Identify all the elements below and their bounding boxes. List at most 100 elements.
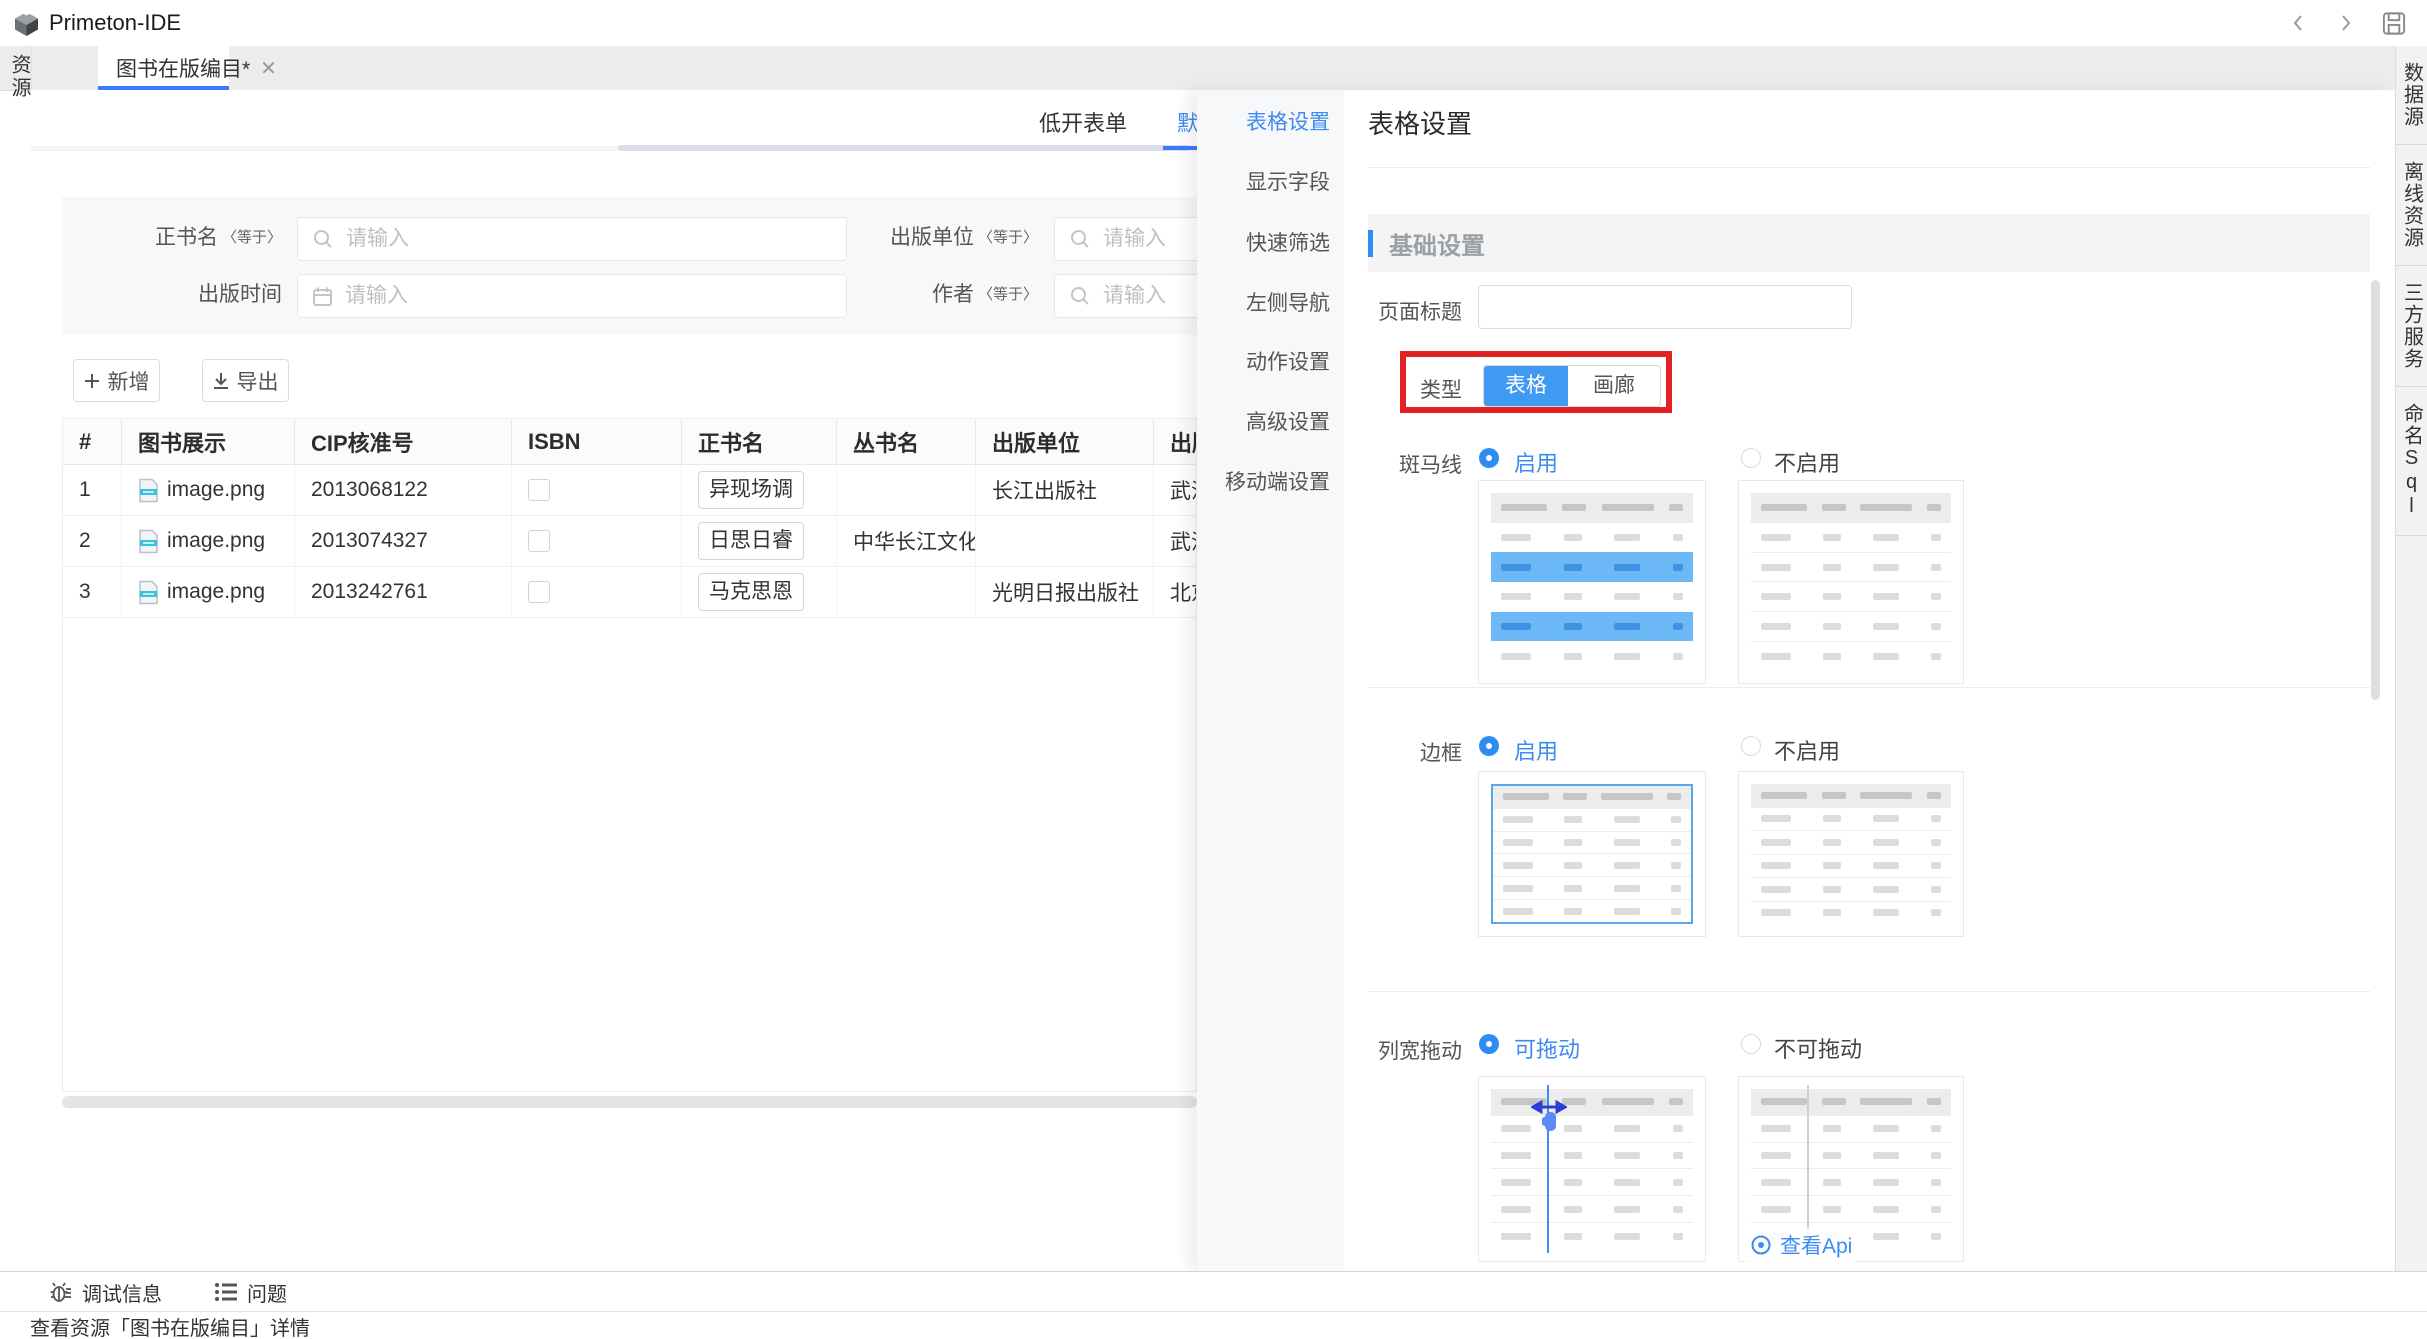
debug-bug-icon bbox=[49, 1280, 73, 1304]
zebra-on-preview bbox=[1478, 480, 1706, 684]
type-option-table[interactable]: 表格 bbox=[1484, 366, 1568, 406]
panel-scrollbar-thumb[interactable] bbox=[2371, 280, 2380, 700]
rail-item-third-party-services[interactable]: 三方服务 bbox=[2396, 266, 2427, 387]
col-isbn[interactable]: ISBN bbox=[512, 419, 682, 465]
isbn-checkbox[interactable] bbox=[528, 530, 550, 552]
zebra-off-preview bbox=[1738, 480, 1964, 684]
drag-enable-radio[interactable] bbox=[1479, 1034, 1499, 1054]
border-on-preview bbox=[1478, 771, 1706, 937]
problems-list-icon bbox=[214, 1281, 238, 1303]
rail-item-datasource[interactable]: 数据源 bbox=[2396, 46, 2427, 145]
type-toggle: 表格 画廊 bbox=[1483, 365, 1661, 407]
search-icon bbox=[1069, 285, 1091, 307]
border-enable-radio[interactable] bbox=[1479, 736, 1499, 756]
drag-enable-label[interactable]: 可拖动 bbox=[1514, 1032, 1580, 1064]
image-filename[interactable]: image.png bbox=[167, 580, 265, 604]
zebra-disable-label[interactable]: 不启用 bbox=[1774, 446, 1840, 478]
border-disable-radio[interactable] bbox=[1741, 736, 1761, 756]
zebra-label: 斑马线 bbox=[1352, 449, 1462, 479]
editor-tab-label: 图书在版编目* bbox=[116, 53, 250, 83]
data-table: # 图书展示 CIP核准号 ISBN 正书名 丛书名 出版单位 出版 1 ima… bbox=[62, 418, 1197, 1092]
search-panel: 正书名 〈等于〉 出版单位 〈等于〉 出版时间 bbox=[62, 197, 1197, 335]
nav-mobile-settings[interactable]: 移动端设置 bbox=[1197, 466, 1330, 496]
form-designer: 低开表单 默 正书名 〈等于〉 出版单位 〈等于〉 bbox=[31, 90, 1197, 1271]
table-row[interactable]: 1 image.png 2013068122 异现场调 长江出版社 武汉 bbox=[63, 465, 1197, 516]
nav-advanced-settings[interactable]: 高级设置 bbox=[1197, 406, 1330, 436]
app-window: Primeton-IDE bbox=[0, 0, 2427, 1339]
publish-date-input[interactable] bbox=[297, 274, 847, 318]
drag-disable-radio[interactable] bbox=[1741, 1034, 1761, 1054]
image-filename[interactable]: image.png bbox=[167, 529, 265, 553]
type-option-gallery[interactable]: 画廊 bbox=[1568, 366, 1660, 406]
view-tab-lowcode-form[interactable]: 低开表单 bbox=[1039, 106, 1127, 138]
col-book-image[interactable]: 图书展示 bbox=[122, 419, 295, 465]
save-icon[interactable] bbox=[2381, 10, 2407, 36]
divider bbox=[1368, 167, 2370, 168]
editor-tab-active[interactable]: 图书在版编目* ✕ bbox=[98, 46, 229, 90]
right-rail: 数据源 离线资源 三方服务 命名Sql bbox=[2395, 46, 2427, 1311]
book-title-input[interactable] bbox=[297, 217, 847, 261]
image-file-icon bbox=[138, 529, 159, 554]
table-row[interactable]: 2 image.png 2013074327 日思日睿 中华长江文化 武汉 bbox=[63, 516, 1197, 567]
border-off-preview bbox=[1738, 771, 1964, 937]
zebra-enable-label[interactable]: 启用 bbox=[1514, 446, 1558, 478]
page-title-input[interactable] bbox=[1478, 285, 1852, 329]
col-cip[interactable]: CIP核准号 bbox=[295, 419, 512, 465]
col-place[interactable]: 出版 bbox=[1154, 419, 1197, 465]
col-title[interactable]: 正书名 bbox=[682, 419, 837, 465]
col-series[interactable]: 丛书名 bbox=[837, 419, 976, 465]
view-tab-default-view[interactable]: 默 bbox=[1177, 106, 1197, 138]
author-input[interactable] bbox=[1054, 274, 1197, 318]
image-file-icon bbox=[138, 580, 159, 605]
col-publisher[interactable]: 出版单位 bbox=[976, 419, 1154, 465]
title-cell-box[interactable]: 日思日睿 bbox=[698, 522, 804, 560]
table-horizontal-scrollbar[interactable] bbox=[62, 1096, 1197, 1108]
search-icon bbox=[1069, 228, 1091, 250]
table-row[interactable]: 3 image.png 2013242761 马克思恩 光明日报出版社 北京 bbox=[63, 567, 1197, 618]
problems-button[interactable]: 问题 bbox=[214, 1278, 287, 1307]
nav-table-settings[interactable]: 表格设置 bbox=[1197, 106, 1330, 136]
rail-item-named-sql[interactable]: 命名Sql bbox=[2396, 387, 2427, 536]
status-text: 查看资源「图书在版编目」详情 bbox=[30, 1312, 310, 1339]
isbn-checkbox[interactable] bbox=[528, 479, 550, 501]
image-filename[interactable]: image.png bbox=[167, 478, 265, 502]
drag-disable-label[interactable]: 不可拖动 bbox=[1774, 1032, 1862, 1064]
add-button[interactable]: 新增 bbox=[73, 359, 160, 402]
left-rail-resources[interactable]: 资源 bbox=[5, 54, 34, 100]
border-disable-label[interactable]: 不启用 bbox=[1774, 734, 1840, 766]
nav-display-fields[interactable]: 显示字段 bbox=[1197, 166, 1330, 196]
title-cell-box[interactable]: 马克思恩 bbox=[698, 573, 804, 611]
border-enable-label[interactable]: 启用 bbox=[1514, 734, 1558, 766]
nav-forward-icon[interactable] bbox=[2333, 10, 2359, 36]
page-title-label: 页面标题 bbox=[1352, 296, 1462, 326]
nav-action-settings[interactable]: 动作设置 bbox=[1197, 346, 1330, 376]
debug-info-button[interactable]: 调试信息 bbox=[49, 1278, 162, 1307]
horizontal-scrollbar-thumb[interactable] bbox=[618, 145, 1190, 151]
view-tab-underline bbox=[1163, 146, 1197, 150]
rail-item-offline-resources[interactable]: 离线资源 bbox=[2396, 145, 2427, 266]
field-label-author: 作者 〈等于〉 bbox=[932, 278, 1038, 308]
zebra-enable-radio[interactable] bbox=[1479, 448, 1499, 468]
publisher-input[interactable] bbox=[1054, 217, 1197, 261]
isbn-checkbox[interactable] bbox=[528, 581, 550, 603]
zebra-disable-radio[interactable] bbox=[1741, 448, 1761, 468]
left-rail: 资源 bbox=[0, 46, 32, 1311]
col-index[interactable]: # bbox=[63, 419, 122, 465]
title-cell-box[interactable]: 异现场调 bbox=[698, 471, 804, 509]
app-logo-icon bbox=[13, 10, 40, 37]
tab-close-icon[interactable]: ✕ bbox=[260, 56, 277, 81]
type-label: 类型 bbox=[1352, 374, 1462, 404]
nav-back-icon[interactable] bbox=[2285, 10, 2311, 36]
settings-nav: 表格设置 显示字段 快速筛选 左侧导航 动作设置 高级设置 移动端设置 bbox=[1197, 90, 1344, 1271]
view-api-link[interactable]: 查看Api bbox=[1744, 1228, 1858, 1262]
table-header-row: # 图书展示 CIP核准号 ISBN 正书名 丛书名 出版单位 出版 bbox=[63, 419, 1197, 465]
field-label-publisher: 出版单位 〈等于〉 bbox=[890, 221, 1038, 251]
export-button[interactable]: 导出 bbox=[202, 359, 289, 402]
search-icon bbox=[312, 228, 334, 250]
nav-left-navigation[interactable]: 左侧导航 bbox=[1197, 287, 1330, 317]
editor-tab-bar: 图书在版编目* ✕ bbox=[0, 46, 2395, 91]
divider bbox=[1368, 991, 2370, 992]
field-label-publish-date: 出版时间 bbox=[198, 278, 282, 308]
settings-panel: 表格设置 显示字段 快速筛选 左侧导航 动作设置 高级设置 移动端设置 表格设置… bbox=[1197, 90, 2395, 1271]
nav-quick-filter[interactable]: 快速筛选 bbox=[1197, 227, 1330, 257]
